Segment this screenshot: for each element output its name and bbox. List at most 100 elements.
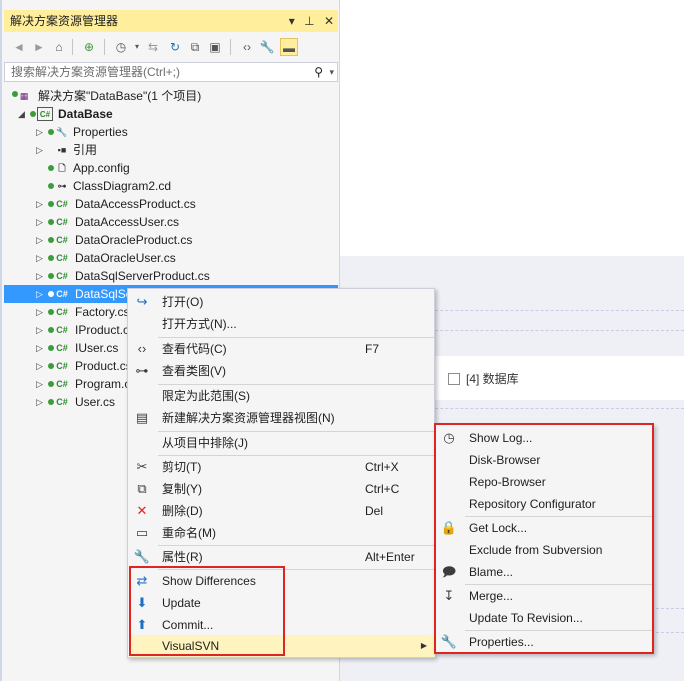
tree-node-cs-file[interactable]: ▷ C# DataAccessProduct.cs [4, 195, 338, 213]
tree-node-cs-file[interactable]: ▷ C# DataAccessUser.cs [4, 213, 338, 231]
menu-item-label: 新建解决方案资源管理器视图(N) [162, 411, 335, 425]
search-icon[interactable]: ⚲ [314, 63, 323, 81]
tree-node-solution[interactable]: ▦ 解决方案"DataBase"(1 个项目) [4, 87, 338, 105]
solution-explorer-search-input[interactable]: 搜索解决方案资源管理器(Ctrl+;) ⚲ ▾ [4, 62, 338, 82]
tree-node-label: IUser.cs [75, 341, 119, 355]
collapse-all-icon[interactable]: ⧉ [186, 38, 204, 56]
tree-node-cs-file[interactable]: ▷ C# DataSqlServerProduct.cs [4, 267, 338, 285]
submenu-item-exclude-from-subversion[interactable]: Exclude from Subversion [436, 539, 654, 561]
solution-explorer-title-bar: 解决方案资源管理器 ▾ ⊥ ✕ [4, 10, 338, 32]
expand-arrow-icon[interactable]: ▷ [36, 195, 46, 213]
menu-item-label: Repo-Browser [469, 475, 546, 489]
menu-item-commit[interactable]: ⬆ Commit... [129, 614, 435, 636]
visualsvn-submenu: ◷ Show Log... Disk-Browser Repo-Browser … [434, 424, 654, 654]
tree-node-cs-file[interactable]: ▷ C# DataOracleUser.cs [4, 249, 338, 267]
database-checkbox[interactable] [448, 373, 460, 385]
delete-x-icon: ✕ [136, 503, 148, 518]
submenu-item-merge[interactable]: ↧ Merge... [436, 585, 654, 607]
menu-item-label: Disk-Browser [469, 453, 541, 467]
menu-item-shortcut: Del [365, 504, 384, 518]
menu-item-shortcut: F7 [365, 342, 380, 356]
tree-node-references[interactable]: ▷ ▪■ 引用 [4, 141, 338, 159]
wrench-icon: 🔧 [56, 127, 68, 137]
config-file-icon: 🗋 [58, 163, 66, 173]
back-icon[interactable]: ◄ [10, 38, 28, 56]
window-position-dropdown-icon[interactable]: ▾ [289, 14, 295, 28]
expand-arrow-icon[interactable]: ▷ [36, 393, 46, 411]
properties-wrench-icon[interactable]: 🔧 [258, 38, 276, 56]
menu-item-label: Properties... [469, 635, 534, 649]
menu-item-update[interactable]: ⬇ Update [129, 592, 435, 614]
show-all-files-icon[interactable]: ▣ [206, 38, 224, 56]
expand-arrow-icon[interactable]: ▷ [36, 141, 46, 159]
view-code-icon[interactable]: ‹› [238, 38, 256, 56]
wrench-icon: 🔧 [133, 549, 151, 564]
menu-item-new-explorer-view[interactable]: ▤ 新建解决方案资源管理器视图(N) [129, 407, 435, 429]
submenu-item-disk-browser[interactable]: Disk-Browser [436, 449, 654, 471]
menu-item-cut[interactable]: ✂ 剪切(T) Ctrl+X [129, 456, 435, 478]
update-arrow-icon: ⬇ [136, 595, 148, 610]
expand-arrow-icon[interactable]: ▷ [36, 339, 46, 357]
submenu-item-repository-configurator[interactable]: Repository Configurator [436, 493, 654, 515]
collapse-arrow-icon[interactable]: ◢ [18, 105, 28, 123]
search-options-dropdown-icon[interactable]: ▾ [329, 63, 334, 81]
merge-arrow-icon: ↧ [443, 588, 455, 603]
forward-icon[interactable]: ► [30, 38, 48, 56]
menu-item-view-class-diagram[interactable]: ⊶ 查看类图(V) [129, 360, 435, 382]
expand-arrow-icon[interactable]: ▷ [36, 321, 46, 339]
expand-arrow-icon[interactable]: ▷ [36, 213, 46, 231]
menu-item-open-with[interactable]: 打开方式(N)... [129, 313, 435, 335]
expand-arrow-icon[interactable]: ▷ [36, 231, 46, 249]
expand-arrow-icon[interactable]: ▷ [36, 249, 46, 267]
expand-arrow-icon[interactable]: ▷ [36, 303, 46, 321]
rename-icon: ▭ [135, 525, 149, 540]
database-checkbox-label: [4] 数据库 [466, 372, 519, 386]
tree-node-cs-file[interactable]: ▷ C# DataOracleProduct.cs [4, 231, 338, 249]
menu-item-label: 打开(O) [162, 295, 204, 309]
menu-item-copy[interactable]: ⧉ 复制(Y) Ctrl+C [129, 478, 435, 500]
preview-selected-items-icon[interactable]: ▬ [280, 38, 298, 56]
submenu-item-repo-browser[interactable]: Repo-Browser [436, 471, 654, 493]
menu-item-visualsvn[interactable]: VisualSVN ▶ [129, 635, 435, 657]
submenu-item-get-lock[interactable]: 🔒 Get Lock... [436, 517, 654, 539]
menu-item-open[interactable]: ↪ 打开(O) [129, 291, 435, 313]
menu-item-show-differences[interactable]: ⇄ Show Differences [129, 570, 435, 592]
menu-item-view-code[interactable]: ‹› 查看代码(C) F7 [129, 338, 435, 360]
commit-arrow-icon: ⬆ [136, 617, 148, 632]
refresh-icon[interactable]: ↻ [166, 38, 184, 56]
submenu-item-show-log[interactable]: ◷ Show Log... [436, 427, 654, 449]
toolbar-separator [104, 39, 105, 55]
tree-node-file[interactable]: ⊶ ClassDiagram2.cd [4, 177, 338, 195]
sync-with-document-icon[interactable]: ⇆ [144, 38, 162, 56]
menu-item-scope-to-this[interactable]: 限定为此范围(S) [129, 385, 435, 407]
expand-arrow-icon[interactable]: ▷ [36, 375, 46, 393]
menu-item-exclude-from-project[interactable]: 从项目中排除(J) [129, 432, 435, 454]
toolbar-separator [72, 39, 73, 55]
solution-icon: ▦ [19, 91, 29, 101]
home-icon[interactable]: ⌂ [50, 38, 68, 56]
csharp-file-icon: C# [56, 343, 68, 353]
expand-arrow-icon[interactable]: ▷ [36, 357, 46, 375]
pin-icon[interactable]: ⊥ [304, 14, 314, 28]
menu-item-label: 查看类图(V) [162, 364, 226, 378]
switch-views-icon[interactable]: ⊕ [80, 38, 98, 56]
expand-arrow-icon[interactable]: ▷ [36, 285, 46, 303]
menu-item-label: 剪切(T) [162, 460, 202, 474]
submenu-item-blame[interactable]: 🗩 Blame... [436, 561, 654, 583]
csharp-project-icon: C# [37, 107, 53, 121]
expand-arrow-icon[interactable]: ▷ [36, 123, 46, 141]
tree-node-project[interactable]: ◢ C# DataBase [4, 105, 338, 123]
tree-node-file[interactable]: 🗋 App.config [4, 159, 338, 177]
menu-item-label: 重命名(M) [162, 526, 216, 540]
menu-item-rename[interactable]: ▭ 重命名(M) [129, 522, 435, 544]
expand-arrow-icon[interactable]: ▷ [36, 267, 46, 285]
open-arrow-icon: ↪ [136, 294, 148, 309]
menu-item-delete[interactable]: ✕ 删除(D) Del [129, 500, 435, 522]
submenu-item-properties[interactable]: 🔧 Properties... [436, 631, 654, 653]
tree-node-label: DataOracleUser.cs [75, 251, 176, 265]
menu-item-properties[interactable]: 🔧 属性(R) Alt+Enter [129, 546, 435, 568]
close-icon[interactable]: ✕ [324, 14, 334, 28]
tree-node-properties[interactable]: ▷ 🔧 Properties [4, 123, 338, 141]
submenu-item-update-to-revision[interactable]: Update To Revision... [436, 607, 654, 629]
new-view-icon: ▤ [135, 410, 149, 425]
